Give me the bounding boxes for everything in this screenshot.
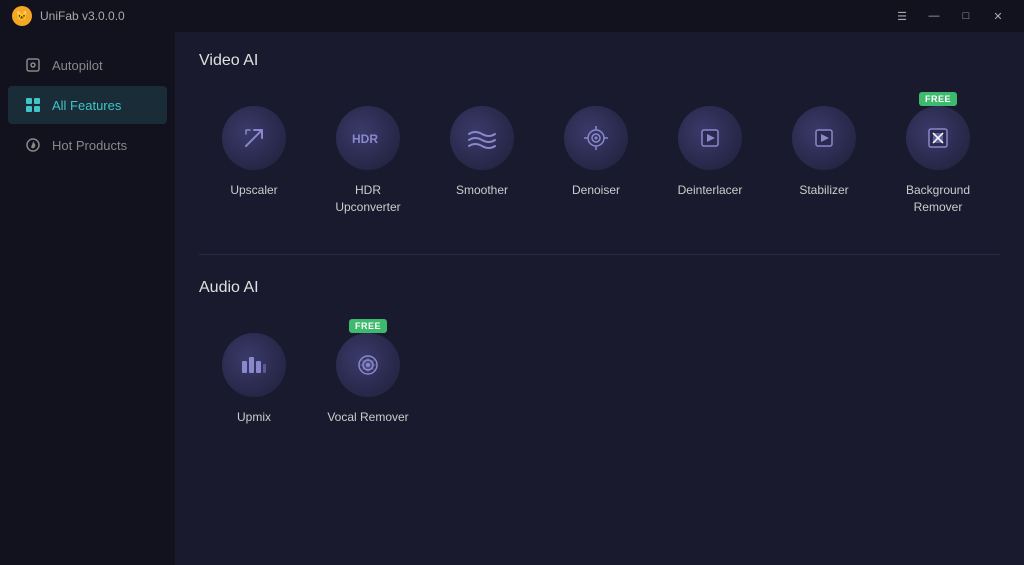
feature-card-upmix[interactable]: Upmix	[199, 317, 309, 440]
stabilizer-label: Stabilizer	[799, 182, 848, 199]
denoiser-label: Denoiser	[572, 182, 620, 199]
fire-icon	[24, 136, 42, 154]
smoother-label: Smoother	[456, 182, 508, 199]
vocal-remover-label: Vocal Remover	[327, 409, 408, 426]
upscaler-label: Upscaler	[230, 182, 277, 199]
sidebar-autopilot-label: Autopilot	[52, 58, 103, 73]
content-area: Video AI Upscaler HDR H	[175, 32, 1024, 565]
upmix-icon-wrap	[222, 333, 286, 397]
sidebar-item-autopilot[interactable]: Autopilot	[8, 46, 167, 84]
feature-card-upscaler[interactable]: Upscaler	[199, 90, 309, 230]
video-ai-title: Video AI	[199, 52, 1000, 70]
autopilot-icon	[24, 56, 42, 74]
audio-ai-features-grid: Upmix FREE Vocal Remover	[199, 317, 1000, 440]
hdr-upconverter-label: HDR Upconverter	[321, 182, 415, 216]
denoiser-icon-wrap	[564, 106, 628, 170]
smoother-icon-wrap	[450, 106, 514, 170]
video-ai-features-grid: Upscaler HDR HDR Upconverter	[199, 90, 1000, 230]
sidebar-item-all-features[interactable]: All Features	[8, 86, 167, 124]
audio-ai-title: Audio AI	[199, 279, 1000, 297]
deinterlacer-icon-wrap	[678, 106, 742, 170]
hdr-icon-wrap: HDR	[336, 106, 400, 170]
app-title: UniFab v3.0.0.0	[40, 9, 125, 23]
title-bar-left: 🐱 UniFab v3.0.0.0	[12, 6, 125, 26]
sidebar-hot-products-label: Hot Products	[52, 138, 127, 153]
feature-card-smoother[interactable]: Smoother	[427, 90, 537, 230]
main-layout: Autopilot All Features Hot Products	[0, 32, 1024, 565]
window-controls: ☰ — □ ✕	[888, 5, 1012, 27]
sidebar-item-hot-products[interactable]: Hot Products	[8, 126, 167, 164]
upscaler-icon-wrap	[222, 106, 286, 170]
menu-button[interactable]: ☰	[888, 5, 916, 27]
feature-card-deinterlacer[interactable]: Deinterlacer	[655, 90, 765, 230]
feature-card-bg-remover[interactable]: FREE BackgroundRemover	[883, 90, 993, 230]
feature-card-vocal-remover[interactable]: FREE Vocal Remover	[313, 317, 423, 440]
feature-card-denoiser[interactable]: Denoiser	[541, 90, 651, 230]
app-icon: 🐱	[12, 6, 32, 26]
title-bar: 🐱 UniFab v3.0.0.0 ☰ — □ ✕	[0, 0, 1024, 32]
svg-text:HDR: HDR	[352, 132, 378, 146]
feature-card-hdr-upconverter[interactable]: HDR HDR Upconverter	[313, 90, 423, 230]
sidebar-all-features-label: All Features	[52, 98, 121, 113]
feature-card-stabilizer[interactable]: Stabilizer	[769, 90, 879, 230]
upmix-label: Upmix	[237, 409, 271, 426]
sidebar: Autopilot All Features Hot Products	[0, 32, 175, 565]
stabilizer-icon-wrap	[792, 106, 856, 170]
vocal-remover-icon-wrap	[336, 333, 400, 397]
section-divider	[199, 254, 1000, 255]
deinterlacer-label: Deinterlacer	[678, 182, 743, 199]
bg-remover-free-badge: FREE	[919, 92, 957, 106]
close-button[interactable]: ✕	[984, 5, 1012, 27]
vocal-remover-free-badge: FREE	[349, 319, 387, 333]
grid-icon	[24, 96, 42, 114]
minimize-button[interactable]: —	[920, 5, 948, 27]
bg-remover-icon-wrap	[906, 106, 970, 170]
maximize-button[interactable]: □	[952, 5, 980, 27]
bg-remover-label: BackgroundRemover	[906, 182, 970, 216]
